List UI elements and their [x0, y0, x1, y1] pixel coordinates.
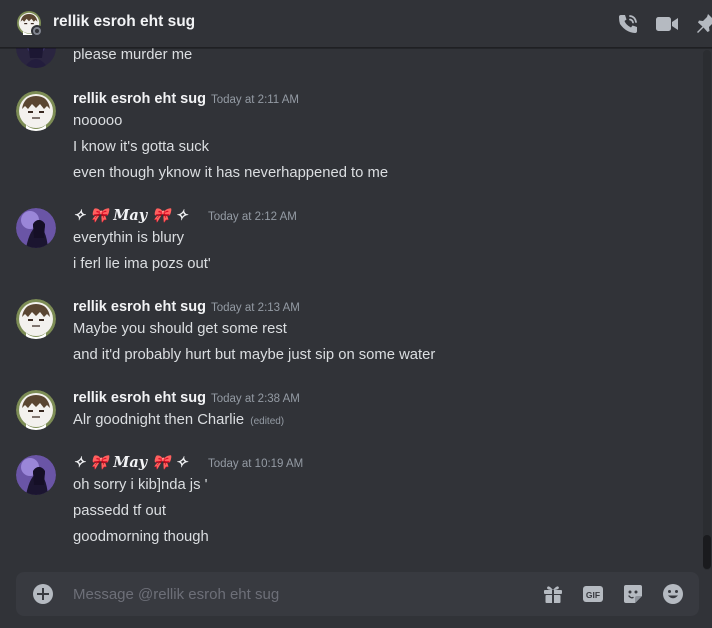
message-timestamp: Today at 2:38 AM: [211, 393, 300, 405]
pin-icon[interactable]: [694, 12, 712, 36]
gif-icon[interactable]: GIF: [582, 583, 604, 605]
message-list: please murder me rellik esroh eht sug To…: [0, 0, 712, 628]
message-text-content: Alr goodnight then Charlie: [73, 412, 245, 428]
message-text: I know it's gotta suck: [73, 139, 210, 155]
message-text: Alr goodnight then Charlie (edited): [73, 412, 284, 428]
message-timestamp: Today at 2:13 AM: [211, 302, 300, 314]
message-timestamp: Today at 2:12 AM: [208, 211, 297, 223]
avatar[interactable]: [16, 299, 56, 339]
message-text: nooooo: [73, 113, 123, 129]
message-timestamp: Today at 10:19 AM: [208, 458, 304, 470]
message-text: passedd tf out: [73, 503, 166, 519]
emoji-icon[interactable]: [662, 583, 684, 605]
message-timestamp: Today at 2:11 AM: [211, 94, 300, 106]
message-text: Maybe you should get some rest: [73, 321, 287, 337]
gift-icon[interactable]: [542, 583, 564, 605]
video-camera-icon[interactable]: [655, 12, 679, 36]
add-attachment-icon[interactable]: [33, 584, 53, 604]
phone-call-icon[interactable]: [616, 12, 640, 36]
scrollbar-thumb[interactable]: [703, 535, 711, 569]
message-text: even though yknow it has neverhappened t…: [73, 165, 389, 181]
page-title[interactable]: rellik esroh eht sug: [53, 13, 195, 31]
svg-text:GIF: GIF: [586, 590, 600, 600]
message-text: oh sorry i kib]nda js ': [73, 477, 208, 493]
message-text: goodmorning though: [73, 529, 209, 545]
avatar[interactable]: [16, 91, 56, 131]
message-author[interactable]: rellik esroh eht sug: [73, 299, 206, 315]
message-text: everythin is blury: [73, 230, 185, 246]
message-composer: GIF: [16, 572, 699, 616]
channel-header: rellik esroh eht sug: [0, 0, 712, 48]
avatar[interactable]: [16, 455, 56, 495]
sticker-icon[interactable]: [622, 583, 644, 605]
message-text: please murder me: [73, 47, 193, 63]
message-author[interactable]: rellik esroh eht sug: [73, 390, 206, 406]
message-author[interactable]: ✧ 🎀 𝑴𝒂𝒚 🎀 ✧: [73, 454, 187, 471]
avatar[interactable]: [16, 390, 56, 430]
status-indicator: [31, 25, 43, 37]
avatar[interactable]: [16, 208, 56, 248]
message-text: i ferl lie ima pozs out': [73, 256, 211, 272]
edited-tag: (edited): [250, 416, 285, 427]
message-author[interactable]: rellik esroh eht sug: [73, 91, 206, 107]
message-text: and it'd probably hurt but maybe just si…: [73, 347, 436, 363]
message-author[interactable]: ✧ 🎀 𝑴𝒂𝒚 🎀 ✧: [73, 207, 187, 224]
scrollbar-track[interactable]: [703, 50, 711, 570]
message-input[interactable]: [73, 572, 513, 616]
